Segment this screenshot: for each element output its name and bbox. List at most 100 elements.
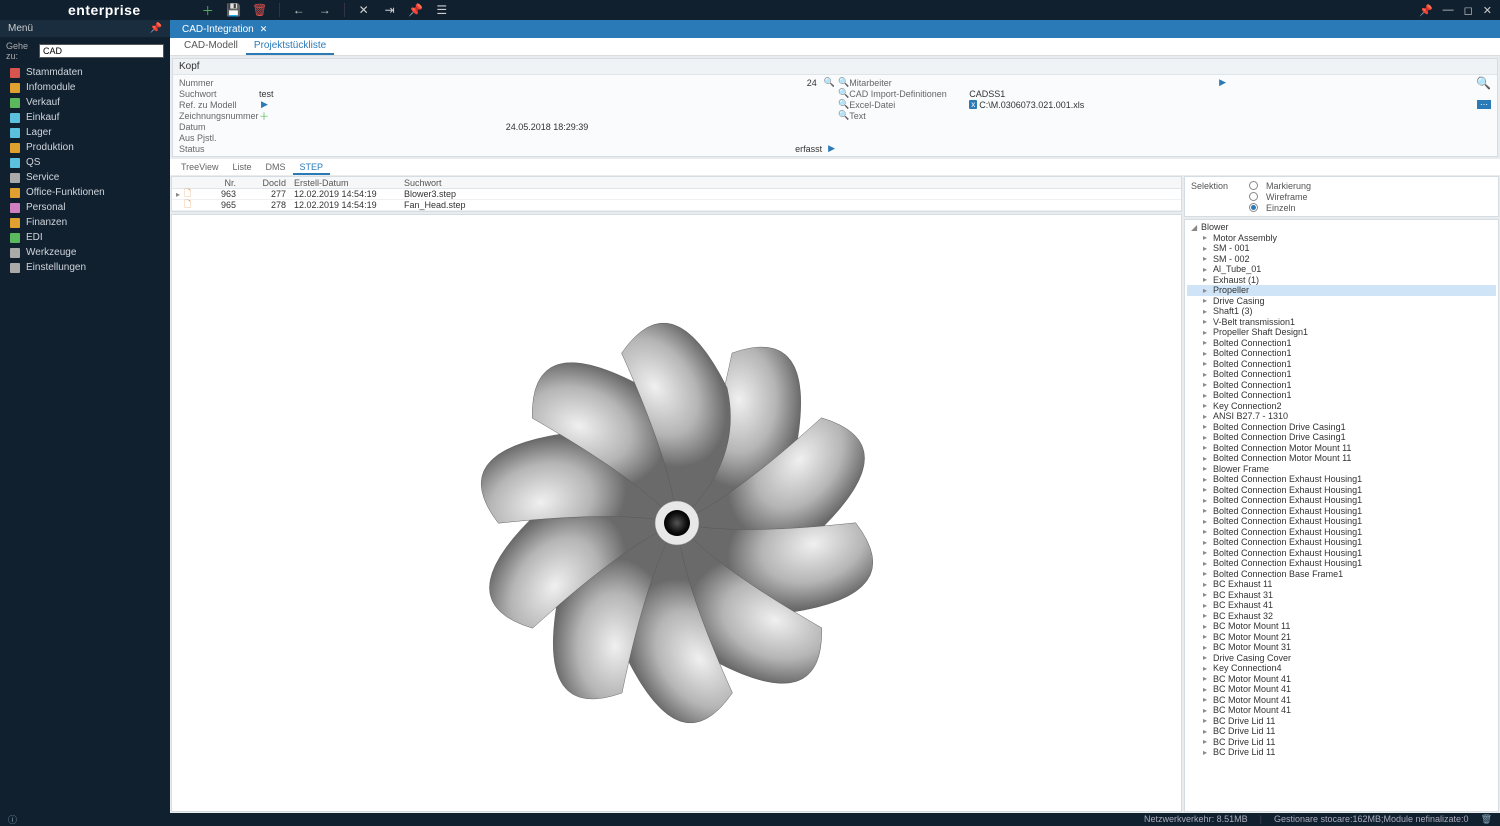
caret-right-icon[interactable]: ▸ [1203,338,1211,347]
col-docid[interactable]: DocId [240,178,290,188]
tree-item[interactable]: ▸ANSI B27.7 - 1310 [1187,411,1496,422]
caret-right-icon[interactable]: ▸ [1203,580,1211,589]
tree-item[interactable]: ▸BC Motor Mount 41 [1187,695,1496,706]
tree-item[interactable]: ▸Bolted Connection1 [1187,380,1496,391]
caret-right-icon[interactable]: ▸ [1203,496,1211,505]
tree-root[interactable]: ◢Blower [1187,222,1496,233]
search-icon[interactable]: 🔍 [838,88,849,99]
tree-item[interactable]: ▸Key Connection4 [1187,663,1496,674]
sidebar-item-werkzeuge[interactable]: Werkzeuge [0,245,170,260]
tree-item[interactable]: ▸Bolted Connection Exhaust Housing1 [1187,527,1496,538]
tree-item[interactable]: ▸BC Exhaust 32 [1187,611,1496,622]
tree-item[interactable]: ▸Bolted Connection Exhaust Housing1 [1187,495,1496,506]
tree-item[interactable]: ▸Bolted Connection Exhaust Housing1 [1187,506,1496,517]
tree-item[interactable]: ▸BC Drive Lid 11 [1187,716,1496,727]
tree-item[interactable]: ▸Bolted Connection Motor Mount 11 [1187,453,1496,464]
sidebar-item-einstellungen[interactable]: Einstellungen [0,260,170,275]
caret-right-icon[interactable]: ▸ [1203,454,1211,463]
caret-right-icon[interactable]: ▸ [1203,643,1211,652]
inner-tab-liste[interactable]: Liste [226,160,259,175]
exit-icon[interactable]: ⇥ [383,3,397,17]
table-row[interactable]: 🗋 965 278 12.02.2019 14:54:19 Fan_Head.s… [172,200,1181,211]
caret-right-icon[interactable]: ▸ [1203,475,1211,484]
caret-right-icon[interactable]: ▸ [1203,653,1211,662]
tree-item[interactable]: ▸Bolted Connection Drive Casing1 [1187,432,1496,443]
tree-item[interactable]: ▸Bolted Connection1 [1187,390,1496,401]
status-trash-icon[interactable]: 🗑 [1481,814,1492,825]
caret-right-icon[interactable]: ▸ [1203,685,1211,694]
caret-right-icon[interactable]: ▸ [1203,233,1211,242]
tree-item[interactable]: ▸BC Motor Mount 41 [1187,674,1496,685]
tree-item[interactable]: ▸Blower Frame [1187,464,1496,475]
tree-item[interactable]: ▸Exhaust (1) [1187,275,1496,286]
caret-right-icon[interactable]: ▸ [1203,265,1211,274]
col-nr[interactable]: Nr. [200,178,240,188]
caret-right-icon[interactable]: ▸ [1203,517,1211,526]
tree-item[interactable]: ▸BC Motor Mount 21 [1187,632,1496,643]
tree-item[interactable]: ▸Bolted Connection Exhaust Housing1 [1187,485,1496,496]
caret-right-icon[interactable]: ▸ [1203,359,1211,368]
sidebar-item-einkauf[interactable]: Einkauf [0,110,170,125]
caret-right-icon[interactable]: ▸ [1203,443,1211,452]
tree-item[interactable]: ▸Bolted Connection Exhaust Housing1 [1187,474,1496,485]
tree-item[interactable]: ▸Bolted Connection Base Frame1 [1187,569,1496,580]
caret-right-icon[interactable]: ▸ [1203,748,1211,757]
caret-right-icon[interactable]: ▸ [1203,590,1211,599]
tree-item[interactable]: ▸Bolted Connection1 [1187,369,1496,380]
caret-right-icon[interactable]: ▸ [1203,401,1211,410]
sidebar-item-verkauf[interactable]: Verkauf [0,95,170,110]
col-suchwort[interactable]: Suchwort [400,178,540,188]
caret-right-icon[interactable]: ▸ [1203,569,1211,578]
minimize-icon[interactable]: — [1443,4,1454,17]
save-icon[interactable]: 💾 [227,3,241,17]
tree-item[interactable]: ▸BC Exhaust 31 [1187,590,1496,601]
tree-item[interactable]: ▸Bolted Connection1 [1187,348,1496,359]
caret-right-icon[interactable]: ▸ [1203,286,1211,295]
sidebar-item-produktion[interactable]: Produktion [0,140,170,155]
maximize-icon[interactable]: ◻ [1464,4,1473,17]
tree-item[interactable]: ▸BC Drive Lid 11 [1187,737,1496,748]
tree-item[interactable]: ▸Bolted Connection Exhaust Housing1 [1187,537,1496,548]
caret-right-icon[interactable]: ▸ [1203,349,1211,358]
caret-right-icon[interactable]: ▸ [1203,422,1211,431]
tree-item[interactable]: ▸BC Drive Lid 11 [1187,747,1496,758]
caret-right-icon[interactable]: ▸ [1203,559,1211,568]
inner-tab-treeview[interactable]: TreeView [174,160,226,175]
caret-right-icon[interactable]: ▸ [1203,632,1211,641]
caret-right-icon[interactable]: ▸ [1203,664,1211,673]
status-info-icon[interactable]: ⓘ [8,813,17,826]
tree-item[interactable]: ▸Bolted Connection Exhaust Housing1 [1187,558,1496,569]
tree-item[interactable]: ▸BC Exhaust 41 [1187,600,1496,611]
3d-viewer[interactable] [171,214,1182,812]
caret-right-icon[interactable]: ▸ [1203,716,1211,725]
tree-item[interactable]: ▸Al_Tube_01 [1187,264,1496,275]
pin-icon[interactable]: 📌 [409,3,423,17]
value-caddef[interactable]: CADSS1 [969,89,1005,99]
caret-right-icon[interactable]: ▸ [1203,370,1211,379]
tree-item[interactable]: ▸Propeller [1187,285,1496,296]
sidebar-pin-icon[interactable]: 📌 [150,23,162,34]
add-drawing-icon[interactable]: ＋ [259,108,269,123]
caret-right-icon[interactable]: ▸ [1203,737,1211,746]
caret-down-icon[interactable]: ◢ [1191,223,1199,232]
sidebar-item-office-funktionen[interactable]: Office-Funktionen [0,185,170,200]
caret-right-icon[interactable]: ▸ [1203,433,1211,442]
search-icon[interactable]: 🔍 [838,110,849,121]
status-play-icon[interactable]: ▶ [828,143,835,154]
tree-item[interactable]: ▸Bolted Connection Exhaust Housing1 [1187,516,1496,527]
forward-icon[interactable]: → [318,3,332,17]
sidebar-item-personal[interactable]: Personal [0,200,170,215]
caret-right-icon[interactable]: ▸ [1203,506,1211,515]
caret-right-icon[interactable]: ▸ [1203,254,1211,263]
tree-item[interactable]: ▸Motor Assembly [1187,233,1496,244]
tree-item[interactable]: ▸Bolted Connection Drive Casing1 [1187,422,1496,433]
caret-right-icon[interactable]: ▸ [1203,244,1211,253]
tree-item[interactable]: ▸BC Exhaust 11 [1187,579,1496,590]
tree-item[interactable]: ▸BC Motor Mount 11 [1187,621,1496,632]
back-icon[interactable]: ← [292,3,306,17]
tree-item[interactable]: ▸Shaft1 (3) [1187,306,1496,317]
caret-right-icon[interactable]: ▸ [1203,307,1211,316]
caret-right-icon[interactable]: ▸ [1203,548,1211,557]
search-icon[interactable]: 🔍 [824,77,835,88]
caret-right-icon[interactable]: ▸ [1203,296,1211,305]
